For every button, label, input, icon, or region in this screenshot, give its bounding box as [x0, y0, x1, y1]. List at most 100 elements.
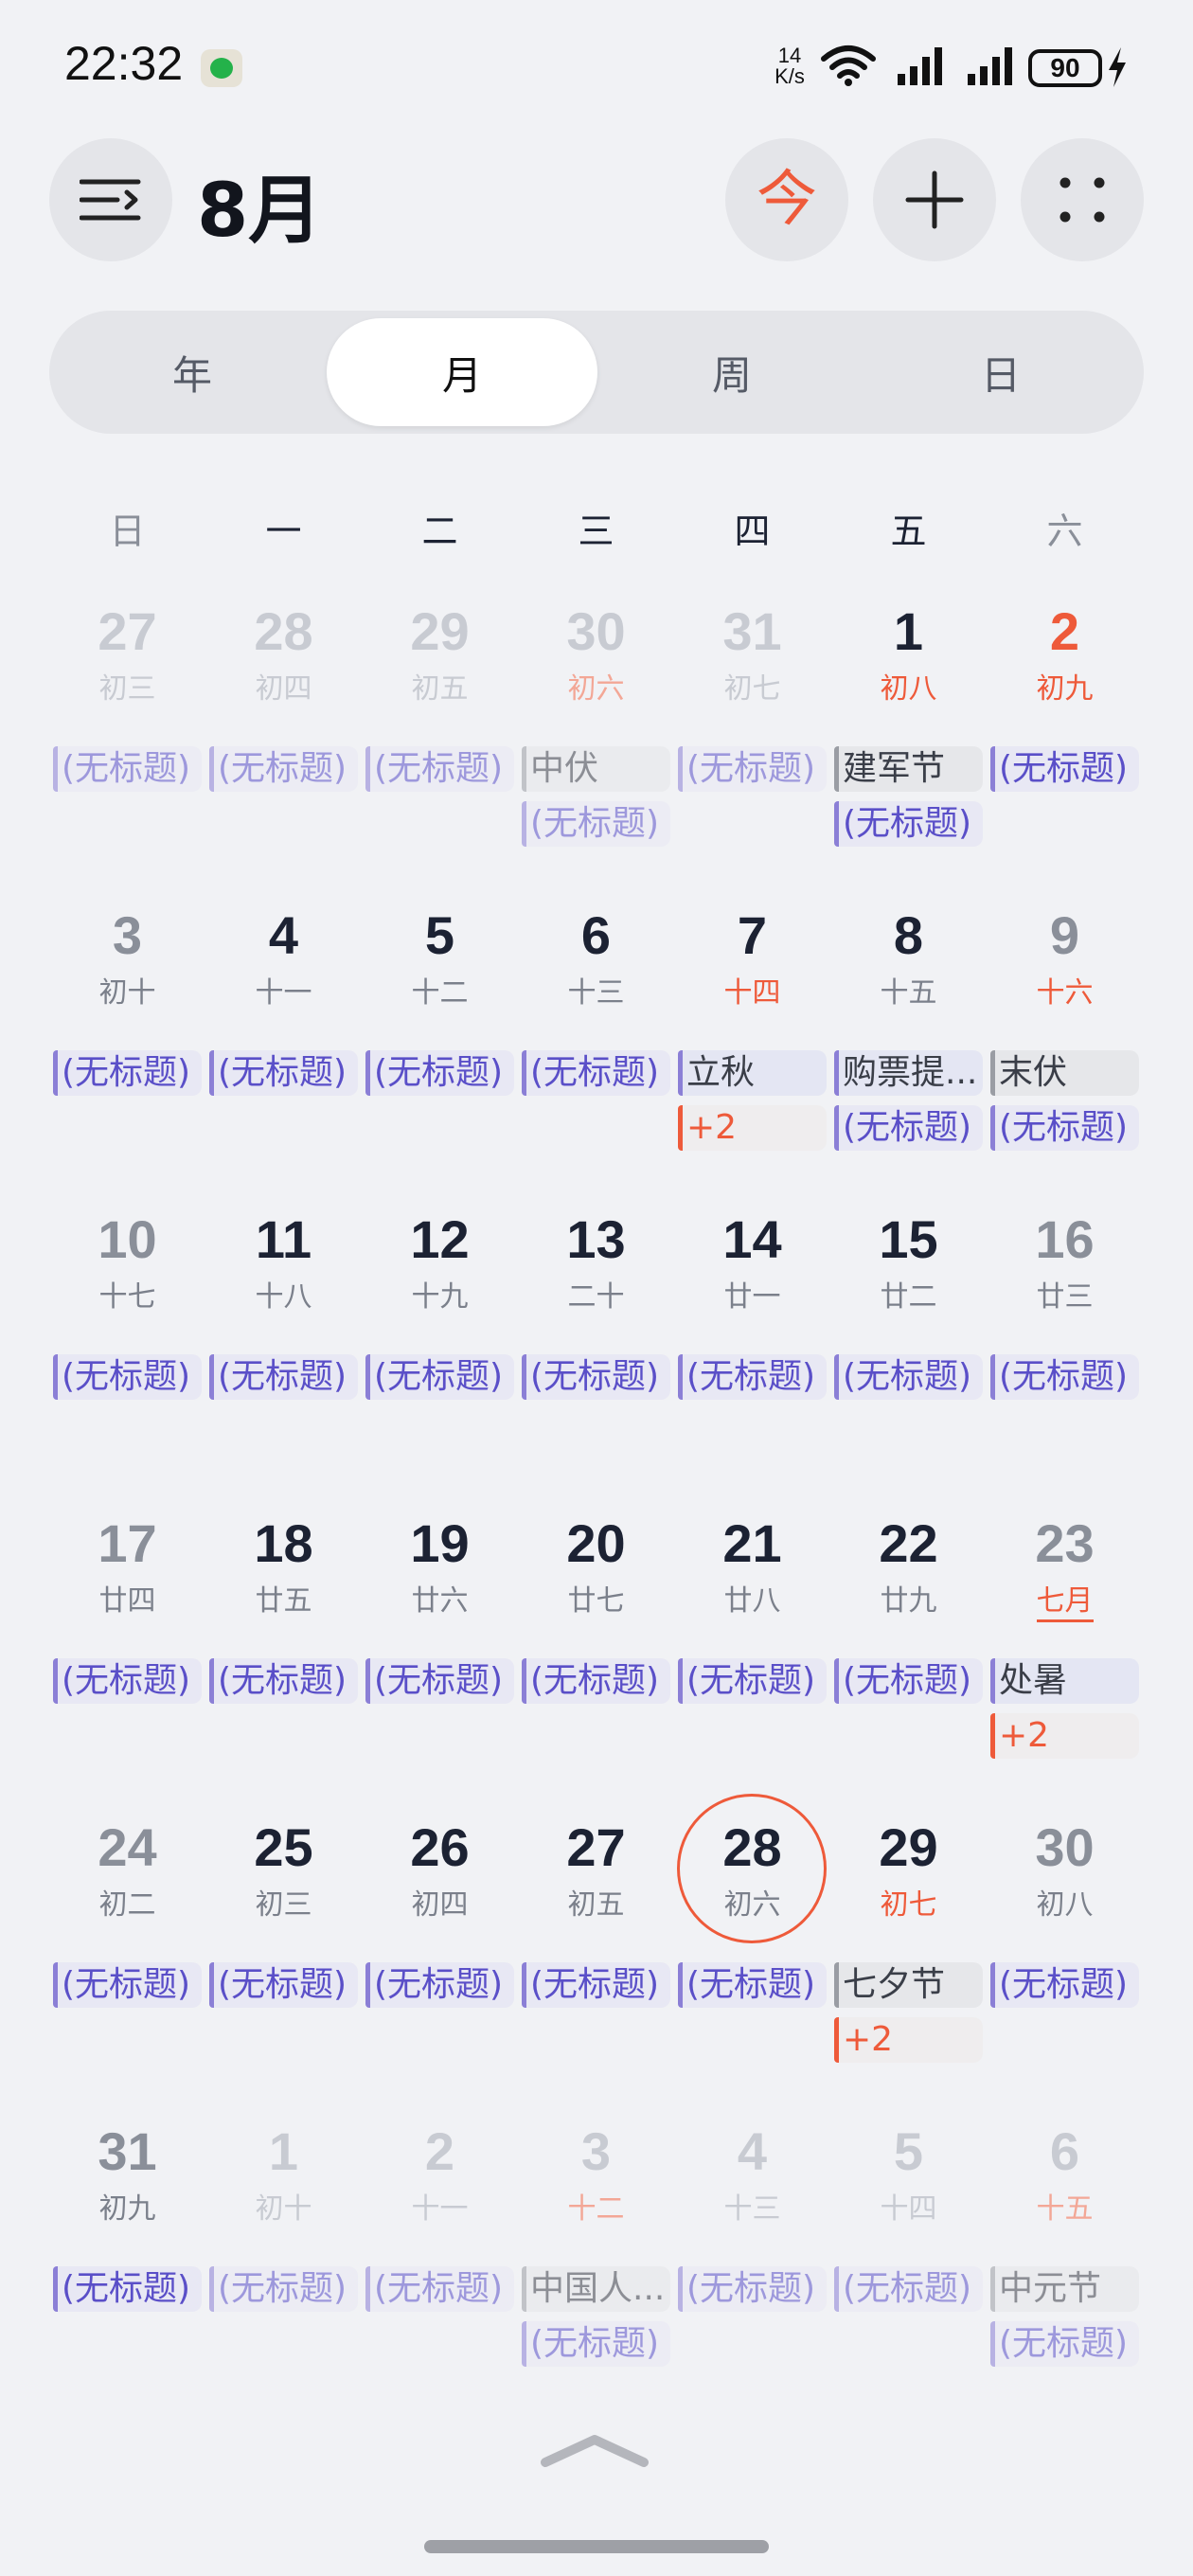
event-chip[interactable]: (无标题): [678, 746, 827, 792]
tab-week[interactable]: 周: [596, 318, 867, 426]
more-options-button[interactable]: [1021, 138, 1144, 261]
event-chip[interactable]: (无标题): [678, 1962, 827, 2008]
holiday-chip[interactable]: 七夕节: [834, 1962, 983, 2008]
event-chip[interactable]: (无标题): [522, 2321, 670, 2367]
event-chip[interactable]: (无标题): [990, 1354, 1139, 1400]
event-chip[interactable]: (无标题): [53, 1658, 202, 1704]
day-cell[interactable]: 15 廿二 (无标题): [830, 1195, 987, 1499]
day-cell[interactable]: 31 初九 (无标题): [49, 2107, 205, 2411]
event-chip[interactable]: (无标题): [53, 746, 202, 792]
event-chip[interactable]: 购票提...: [834, 1050, 983, 1096]
event-chip[interactable]: (无标题): [990, 1962, 1139, 2008]
day-cell-today[interactable]: 28 初六 (无标题): [674, 1794, 830, 2107]
day-cell[interactable]: 20 廿七 (无标题): [518, 1499, 674, 1803]
event-chip[interactable]: (无标题): [209, 1354, 358, 1400]
event-chip[interactable]: (无标题): [834, 1105, 983, 1151]
holiday-chip[interactable]: 中伏: [522, 746, 670, 792]
event-chip[interactable]: (无标题): [53, 1962, 202, 2008]
day-cell[interactable]: 9 十六 末伏 (无标题): [987, 891, 1143, 1195]
event-chip[interactable]: (无标题): [834, 801, 983, 847]
event-chip[interactable]: (无标题): [522, 801, 670, 847]
day-cell[interactable]: 11 十八 (无标题): [205, 1195, 362, 1499]
day-cell[interactable]: 3 十二 中国人... (无标题): [518, 2107, 674, 2411]
event-chip[interactable]: (无标题): [365, 1658, 514, 1704]
day-cell[interactable]: 2 十一 (无标题): [362, 2107, 518, 2411]
day-cell[interactable]: 5 十四 (无标题): [830, 2107, 987, 2411]
day-cell[interactable]: 25 初三 (无标题): [205, 1803, 362, 2107]
today-button[interactable]: 今: [725, 138, 848, 261]
day-cell[interactable]: 4 十一 (无标题): [205, 891, 362, 1195]
day-cell[interactable]: 18 廿五 (无标题): [205, 1499, 362, 1803]
day-cell[interactable]: 2 初九 (无标题): [987, 587, 1143, 891]
event-chip[interactable]: (无标题): [53, 2266, 202, 2312]
event-chip[interactable]: (无标题): [209, 1050, 358, 1096]
day-cell[interactable]: 7 十四 立秋 +2: [674, 891, 830, 1195]
day-cell[interactable]: 1 初十 (无标题): [205, 2107, 362, 2411]
menu-button[interactable]: [49, 138, 172, 261]
event-chip[interactable]: (无标题): [365, 1962, 514, 2008]
day-cell[interactable]: 16 廿三 (无标题): [987, 1195, 1143, 1499]
day-cell[interactable]: 29 初五 (无标题): [362, 587, 518, 891]
event-chip[interactable]: (无标题): [834, 2266, 983, 2312]
day-cell[interactable]: 22 廿九 (无标题): [830, 1499, 987, 1803]
day-cell[interactable]: 29 初七 七夕节 +2: [830, 1803, 987, 2107]
day-cell[interactable]: 23 七月 处暑 +2: [987, 1499, 1143, 1803]
day-cell[interactable]: 6 十三 (无标题): [518, 891, 674, 1195]
event-chip[interactable]: (无标题): [834, 1354, 983, 1400]
day-cell[interactable]: 17 廿四 (无标题): [49, 1499, 205, 1803]
holiday-chip[interactable]: 中国人...: [522, 2266, 670, 2312]
more-events-chip[interactable]: +2: [990, 1713, 1139, 1759]
day-cell[interactable]: 28 初四 (无标题): [205, 587, 362, 891]
day-cell[interactable]: 30 初六 中伏 (无标题): [518, 587, 674, 891]
holiday-chip[interactable]: 建军节: [834, 746, 983, 792]
event-chip[interactable]: (无标题): [53, 1050, 202, 1096]
day-cell[interactable]: 5 十二 (无标题): [362, 891, 518, 1195]
day-cell[interactable]: 12 十九 (无标题): [362, 1195, 518, 1499]
more-events-chip[interactable]: +2: [834, 2017, 983, 2063]
event-chip[interactable]: (无标题): [365, 2266, 514, 2312]
day-cell[interactable]: 13 二十 (无标题): [518, 1195, 674, 1499]
day-cell[interactable]: 14 廿一 (无标题): [674, 1195, 830, 1499]
day-cell[interactable]: 10 十七 (无标题): [49, 1195, 205, 1499]
event-chip[interactable]: (无标题): [209, 746, 358, 792]
event-chip[interactable]: (无标题): [365, 1354, 514, 1400]
event-chip[interactable]: (无标题): [522, 1658, 670, 1704]
tab-day[interactable]: 日: [865, 318, 1136, 426]
more-events-chip[interactable]: +2: [678, 1105, 827, 1151]
day-cell[interactable]: 6 十五 中元节 (无标题): [987, 2107, 1143, 2411]
day-cell[interactable]: 24 初二 (无标题): [49, 1803, 205, 2107]
add-event-button[interactable]: [873, 138, 996, 261]
event-chip[interactable]: (无标题): [678, 1658, 827, 1704]
tab-year[interactable]: 年: [57, 318, 328, 426]
event-chip[interactable]: (无标题): [209, 1962, 358, 2008]
day-cell[interactable]: 30 初八 (无标题): [987, 1803, 1143, 2107]
event-chip[interactable]: (无标题): [990, 1105, 1139, 1151]
holiday-chip[interactable]: 中元节: [990, 2266, 1139, 2312]
event-chip[interactable]: (无标题): [834, 1658, 983, 1704]
day-cell[interactable]: 27 初五 (无标题): [518, 1803, 674, 2107]
day-cell[interactable]: 3 初十 (无标题): [49, 891, 205, 1195]
event-chip[interactable]: (无标题): [678, 1354, 827, 1400]
tab-month[interactable]: 月: [327, 318, 597, 426]
solar-term-chip[interactable]: 立秋: [678, 1050, 827, 1096]
holiday-chip[interactable]: 末伏: [990, 1050, 1139, 1096]
day-cell[interactable]: 31 初七 (无标题): [674, 587, 830, 891]
event-chip[interactable]: (无标题): [522, 1050, 670, 1096]
event-chip[interactable]: (无标题): [209, 1658, 358, 1704]
home-indicator[interactable]: [424, 2540, 769, 2553]
event-chip[interactable]: (无标题): [522, 1962, 670, 2008]
day-cell[interactable]: 1 初八 建军节 (无标题): [830, 587, 987, 891]
event-chip[interactable]: (无标题): [365, 1050, 514, 1096]
event-chip[interactable]: (无标题): [522, 1354, 670, 1400]
event-chip[interactable]: (无标题): [209, 2266, 358, 2312]
event-chip[interactable]: (无标题): [365, 746, 514, 792]
event-chip[interactable]: (无标题): [53, 1354, 202, 1400]
day-cell[interactable]: 21 廿八 (无标题): [674, 1499, 830, 1803]
event-chip[interactable]: (无标题): [678, 2266, 827, 2312]
day-cell[interactable]: 8 十五 购票提... (无标题): [830, 891, 987, 1195]
expand-up-icon[interactable]: [540, 2432, 650, 2470]
day-cell[interactable]: 27 初三 (无标题): [49, 587, 205, 891]
solar-term-chip[interactable]: 处暑: [990, 1658, 1139, 1704]
event-chip[interactable]: (无标题): [990, 746, 1139, 792]
day-cell[interactable]: 26 初四 (无标题): [362, 1803, 518, 2107]
